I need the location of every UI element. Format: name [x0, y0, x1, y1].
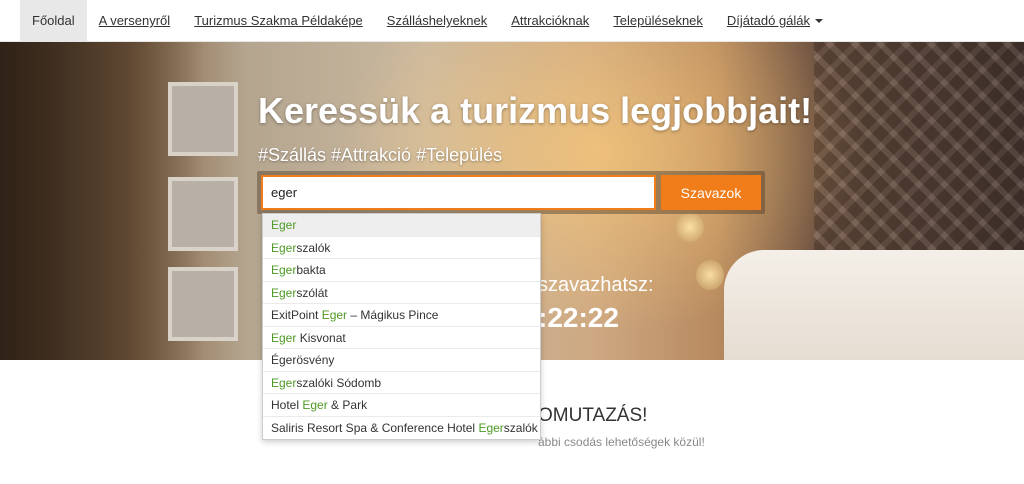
suggestion-match-text: Eger [271, 375, 297, 390]
autocomplete-suggestion[interactable]: Egerszalók [263, 237, 540, 259]
suggestion-text: Hotel [271, 398, 303, 412]
nav-item-home[interactable]: Főoldal [20, 0, 87, 41]
section-title: OMUTAZÁS! [538, 405, 648, 426]
suggestion-text: Kisvonat [296, 330, 346, 345]
nav-item-tourism-role-model[interactable]: Turizmus Szakma Példaképe [182, 0, 375, 41]
suggestion-match-text: Eger [271, 330, 297, 345]
hero-tags: #Szállás #Attrakció #Település [258, 145, 503, 165]
autocomplete-suggestion[interactable]: Hotel Eger & Park [263, 394, 540, 417]
autocomplete-suggestion[interactable]: Egerbakta [263, 259, 540, 282]
hero-background-lamp [676, 212, 704, 242]
nav-item-attractions[interactable]: Attrakcióknak [499, 0, 601, 41]
suggestion-match-text: Eger [271, 285, 297, 300]
hero-background-picture-frame [168, 82, 238, 156]
suggestion-match-text: Eger [271, 263, 297, 277]
caret-down-icon [815, 18, 824, 23]
search-bar: Szavazok [257, 171, 765, 214]
autocomplete-suggestion[interactable]: Eger Kisvonat [263, 327, 540, 349]
suggestion-text: szalók [296, 240, 331, 255]
nav-item-settlements[interactable]: Településeknek [601, 0, 715, 41]
hero-background-bed [724, 250, 1024, 360]
suggestion-match-text: Eger [271, 240, 297, 255]
autocomplete-suggestion[interactable]: ExitPoint Eger – Mágikus Pince [263, 304, 540, 327]
autocomplete-suggestion[interactable]: Saliris Resort Spa & Conference Hotel Eg… [263, 417, 540, 440]
top-navigation: Főoldal A versenyről Turizmus Szakma Pél… [0, 0, 1024, 42]
autocomplete-suggestion[interactable]: Egerszalóki Sódomb [263, 372, 540, 394]
autocomplete-suggestion[interactable]: Égerösvény [263, 349, 540, 372]
suggestion-match-text: Eger [321, 308, 348, 322]
suggestion-match-text: Eger [271, 218, 297, 232]
hero-background-picture-frame [168, 267, 238, 341]
section-subtitle: ábbi csodás lehetőségek közül! [538, 435, 705, 449]
suggestion-text: szalóki Sódomb [296, 375, 382, 390]
suggestion-match-text: Eger [478, 420, 504, 435]
nav-item-award-galas-label: Díjátadó gálák [726, 13, 811, 28]
nav-item-about-competition[interactable]: A versenyről [87, 0, 183, 41]
hero-title: Keressük a turizmus legjobbjait! [258, 90, 813, 131]
voting-deadline-label: szavazhatsz: [538, 274, 654, 296]
suggestion-text: szólát [296, 285, 328, 300]
hero-background-lamp [696, 260, 724, 290]
hero-background-headboard [814, 42, 1024, 262]
search-input[interactable] [261, 175, 656, 210]
suggestion-text: Égerösvény [271, 353, 335, 367]
suggestion-text: ExitPoint [271, 308, 322, 322]
suggestion-text: – Mágikus Pince [347, 308, 439, 322]
suggestion-text: bakta [296, 263, 326, 277]
autocomplete-dropdown: Eger Egerszalók Egerbakta Egerszólát ExitPoi… [262, 213, 541, 440]
suggestion-text: & Park [327, 398, 368, 412]
nav-item-award-galas[interactable]: Díjátadó gálák [715, 0, 835, 41]
suggestion-match-text: Eger [302, 398, 328, 412]
autocomplete-suggestion[interactable]: Egerszólát [263, 282, 540, 304]
hero-background-picture-frame [168, 177, 238, 251]
suggestion-text: szalók [503, 420, 538, 435]
voting-countdown: :22:22 [538, 302, 619, 333]
autocomplete-suggestion[interactable]: Eger [263, 214, 540, 237]
suggestion-text: Saliris Resort Spa & Conference Hotel [271, 420, 479, 435]
vote-button[interactable]: Szavazok [661, 175, 761, 210]
nav-item-accommodations[interactable]: Szálláshelyeknek [375, 0, 499, 41]
